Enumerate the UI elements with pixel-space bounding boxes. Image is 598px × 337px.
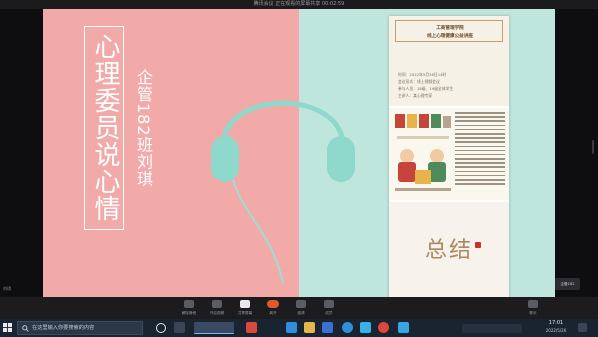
red-seal-icon bbox=[475, 242, 481, 248]
members-label: 成员 bbox=[325, 311, 333, 315]
cartoon-illustration bbox=[395, 114, 451, 191]
meeting-title: 腾讯会议 正在观看的屏幕共享 00:02:59 bbox=[253, 1, 345, 7]
article-info-time: 时间：2022年5月26日14时 bbox=[398, 72, 447, 77]
participant-tile[interactable]: 企管182 bbox=[555, 278, 580, 290]
slide-main-title: 心理委员说心情 bbox=[90, 33, 120, 222]
taskbar-app-icon-5[interactable] bbox=[378, 322, 389, 333]
chat-icon bbox=[528, 300, 538, 308]
share-screen-button[interactable]: 共享屏幕 bbox=[233, 298, 257, 318]
notification-icon[interactable] bbox=[578, 323, 587, 332]
chat-button[interactable]: 聊天 bbox=[521, 298, 545, 318]
taskbar-app-icon-4[interactable] bbox=[360, 322, 371, 333]
article-info-speaker: 主讲人：某心理专家 bbox=[398, 93, 433, 98]
taskbar-clock-time[interactable]: 17:01 bbox=[543, 320, 569, 326]
article-header-frame: 工商管理学院 线上心理健康公益讲座 bbox=[395, 20, 503, 42]
search-placeholder: 在这里输入你要搜索的内容 bbox=[32, 325, 95, 331]
leave-button[interactable]: 离开 bbox=[261, 298, 285, 318]
taskbar-app-meeting[interactable] bbox=[194, 322, 234, 334]
article-body-text bbox=[455, 112, 505, 192]
article-info-participants: 参与人员：18级、19级全体学生 bbox=[398, 86, 454, 91]
taskbar-app-icon-1[interactable] bbox=[246, 322, 257, 333]
mute-label: 解除静音 bbox=[181, 311, 197, 315]
participant-name: 企管182 bbox=[560, 282, 575, 286]
windows-taskbar: 在这里输入你要搜索的内容 17:01 2022/5/26 bbox=[0, 319, 598, 337]
add-person-icon bbox=[296, 300, 306, 308]
taskbar-app-icon-2[interactable] bbox=[322, 322, 333, 333]
task-view-icon[interactable] bbox=[174, 322, 185, 333]
article-info-form: 会议形式：线上视频会议 bbox=[398, 79, 440, 84]
members-icon bbox=[324, 300, 334, 308]
edge-icon[interactable] bbox=[286, 322, 297, 333]
hang-up-icon bbox=[267, 300, 279, 308]
video-button[interactable]: 开启视频 bbox=[205, 298, 229, 318]
article-preview: 工商管理学院 线上心理健康公益讲座 时间：2022年5月26日14时 会议形式：… bbox=[389, 16, 509, 297]
shared-screen: 心理委员说心情 企管182班刘琪 工商管理学院 线上心理健康公益讲座 时间：20… bbox=[43, 9, 555, 297]
panel-scrollbar[interactable] bbox=[592, 140, 594, 154]
taskbar-clock-date[interactable]: 2022/5/26 bbox=[543, 328, 569, 333]
mute-button[interactable]: 解除静音 bbox=[177, 298, 201, 318]
chat-label: 聊天 bbox=[529, 311, 537, 315]
article-header-section: 工商管理学院 线上心理健康公益讲座 时间：2022年5月26日14时 会议形式：… bbox=[389, 16, 509, 106]
camera-icon bbox=[212, 300, 222, 308]
invite-button[interactable]: 邀请 bbox=[289, 298, 313, 318]
article-illustration-section bbox=[389, 108, 509, 200]
meeting-toolbar: 解除静音 开启视频 共享屏幕 离开 邀请 成员 聊天 bbox=[0, 297, 598, 319]
cortana-icon[interactable] bbox=[156, 323, 166, 333]
slide-subtitle: 企管182班刘琪 bbox=[134, 69, 153, 188]
article-header-line1: 工商管理学院 bbox=[436, 26, 464, 31]
article-header-line2: 线上心理健康公益讲座 bbox=[427, 34, 473, 39]
taskbar-search-box[interactable]: 在这里输入你要搜索的内容 bbox=[17, 321, 143, 335]
speaker-name-label: 刘琪 bbox=[3, 286, 11, 291]
microphone-icon bbox=[184, 300, 194, 308]
video-label: 开启视频 bbox=[209, 311, 225, 315]
summary-title: 总结 bbox=[424, 238, 473, 263]
headphones-image bbox=[211, 100, 355, 284]
taskbar-app-icon-6[interactable] bbox=[398, 322, 409, 333]
taskbar-app-icon-3[interactable] bbox=[342, 322, 353, 333]
slide-title-frame: 心理委员说心情 bbox=[84, 26, 124, 230]
windows-start-icon[interactable] bbox=[3, 323, 12, 332]
share-label: 共享屏幕 bbox=[237, 311, 253, 315]
article-summary-section: 总结 bbox=[389, 202, 509, 297]
members-button[interactable]: 成员 bbox=[317, 298, 341, 318]
meeting-title-bar: 腾讯会议 正在观看的屏幕共享 00:02:59 bbox=[0, 0, 598, 9]
file-explorer-icon[interactable] bbox=[304, 322, 315, 333]
share-screen-icon bbox=[240, 300, 250, 308]
invite-label: 邀请 bbox=[297, 311, 305, 315]
leave-label: 离开 bbox=[269, 311, 277, 315]
system-tray-icons[interactable] bbox=[462, 324, 522, 333]
search-icon bbox=[22, 325, 29, 332]
